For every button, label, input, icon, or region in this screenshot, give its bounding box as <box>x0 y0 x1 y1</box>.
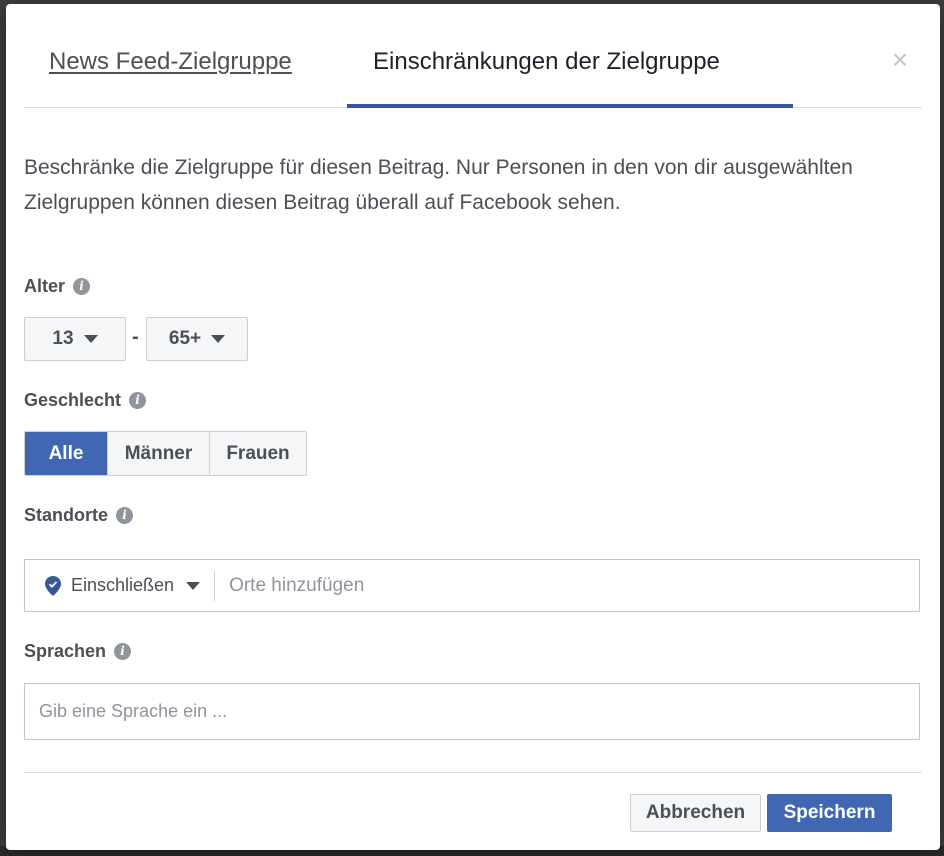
gender-option-women[interactable]: Frauen <box>209 432 306 475</box>
location-pin-icon <box>45 575 61 596</box>
chevron-down-icon <box>186 581 201 590</box>
info-icon[interactable]: i <box>114 643 132 660</box>
chevron-down-icon <box>211 335 226 343</box>
audience-restrictions-dialog: News Feed-Zielgruppe Einschränkungen der… <box>6 4 940 850</box>
age-separator: - <box>132 326 139 348</box>
tab-audience-restrictions[interactable]: Einschränkungen der Zielgruppe <box>373 46 720 78</box>
locations-input[interactable] <box>215 560 919 611</box>
age-to-select[interactable]: 65+ <box>146 317 248 361</box>
age-from-select[interactable]: 13 <box>24 317 126 361</box>
location-mode-dropdown[interactable]: Einschließen <box>61 570 216 601</box>
gender-label-text: Geschlecht <box>24 390 122 410</box>
gender-label: Geschlecht i <box>24 390 147 411</box>
age-to-value: 65+ <box>168 328 202 349</box>
cancel-button[interactable]: Abbrechen <box>630 794 761 832</box>
languages-label: Sprachen i <box>24 641 132 662</box>
gender-segmented-control: Alle Männer Frauen <box>24 431 307 476</box>
location-mode-value: Einschließen <box>71 575 175 595</box>
description-text: Beschränke die Zielgruppe für diesen Bei… <box>24 156 853 214</box>
age-label-text: Alter <box>24 276 66 296</box>
languages-input[interactable] <box>24 683 920 740</box>
gender-option-all[interactable]: Alle <box>25 432 107 475</box>
chevron-down-icon <box>83 335 98 343</box>
gender-option-men[interactable]: Männer <box>107 432 209 475</box>
age-label: Alter i <box>24 276 91 297</box>
age-from-value: 13 <box>52 328 74 349</box>
info-icon[interactable]: i <box>73 278 91 295</box>
info-icon[interactable]: i <box>116 507 134 524</box>
languages-label-text: Sprachen <box>24 641 107 661</box>
locations-label: Standorte i <box>24 505 134 526</box>
tab-news-feed-audience[interactable]: News Feed-Zielgruppe <box>49 46 292 78</box>
close-icon[interactable]: × <box>888 46 912 74</box>
footer-divider <box>24 772 922 773</box>
save-button[interactable]: Speichern <box>767 794 892 832</box>
locations-label-text: Standorte <box>24 505 109 525</box>
tab-bar: News Feed-Zielgruppe Einschränkungen der… <box>24 4 922 108</box>
active-tab-indicator <box>347 104 793 108</box>
info-icon[interactable]: i <box>129 392 147 409</box>
locations-field: Einschließen <box>24 559 920 612</box>
